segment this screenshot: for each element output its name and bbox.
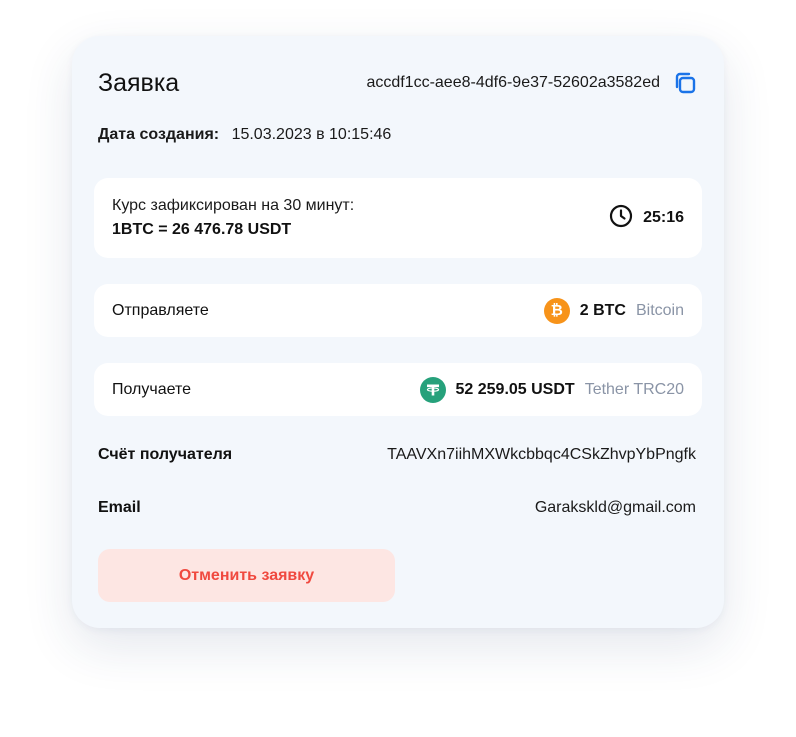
clock-icon [609,204,633,233]
email-row: Email Garakskld@gmail.com [98,499,696,517]
receive-label: Получаете [112,380,192,398]
email-label: Email [98,499,141,516]
rate-value: 1BTC = 26 476.78 USDT [112,221,292,238]
created-date-label: Дата создания: [98,126,220,143]
rate-text: Курс зафиксирован на 30 минут: 1BTC = 26… [112,197,354,239]
order-header: Заявка accdf1cc-aee8-4df6-9e37-52602a358… [98,66,698,100]
copy-icon[interactable] [672,70,698,96]
send-label: Отправляете [112,301,209,319]
order-card: Заявка accdf1cc-aee8-4df6-9e37-52602a358… [72,36,724,628]
rate-panel: Курс зафиксирован на 30 минут: 1BTC = 26… [94,178,702,258]
recipient-account-value: TAAVXn7iihMXWkcbbqc4CSkZhvpYbPngfk [387,446,696,463]
order-title: Заявка [98,68,180,97]
send-panel: Отправляете ₿ 2 BTC Bitcoin [94,284,702,337]
send-amount-group: ₿ 2 BTC Bitcoin [543,297,684,324]
created-date-row: Дата создания: 15.03.2023 в 10:15:46 [98,126,391,144]
send-amount: 2 BTC [579,301,626,319]
rate-timer: 25:16 [609,204,684,233]
recipient-account-label: Счёт получателя [98,446,233,463]
bitcoin-icon: ₿ [543,297,570,324]
order-id: accdf1cc-aee8-4df6-9e37-52602a3582ed [366,74,660,91]
receive-amount: 52 259.05 USDT [455,380,575,398]
receive-amount-group: 52 259.05 USDT Tether TRC20 [419,376,684,403]
rate-fixed-label: Курс зафиксирован на 30 минут: [112,197,355,214]
recipient-account-row: Счёт получателя TAAVXn7iihMXWkcbbqc4CSkZ… [98,446,696,464]
timer-value: 25:16 [643,209,684,226]
cancel-order-button[interactable]: Отменить заявку [98,549,395,602]
created-date-value: 15.03.2023 в 10:15:46 [231,126,392,143]
receive-network: Tether TRC20 [584,380,684,398]
tether-icon [419,376,446,403]
receive-panel: Получаете 52 259.05 USDT Tether TRC20 [94,363,702,416]
send-network: Bitcoin [635,301,684,319]
order-id-group: accdf1cc-aee8-4df6-9e37-52602a3582ed [366,70,698,96]
email-value: Garakskld@gmail.com [534,499,696,516]
